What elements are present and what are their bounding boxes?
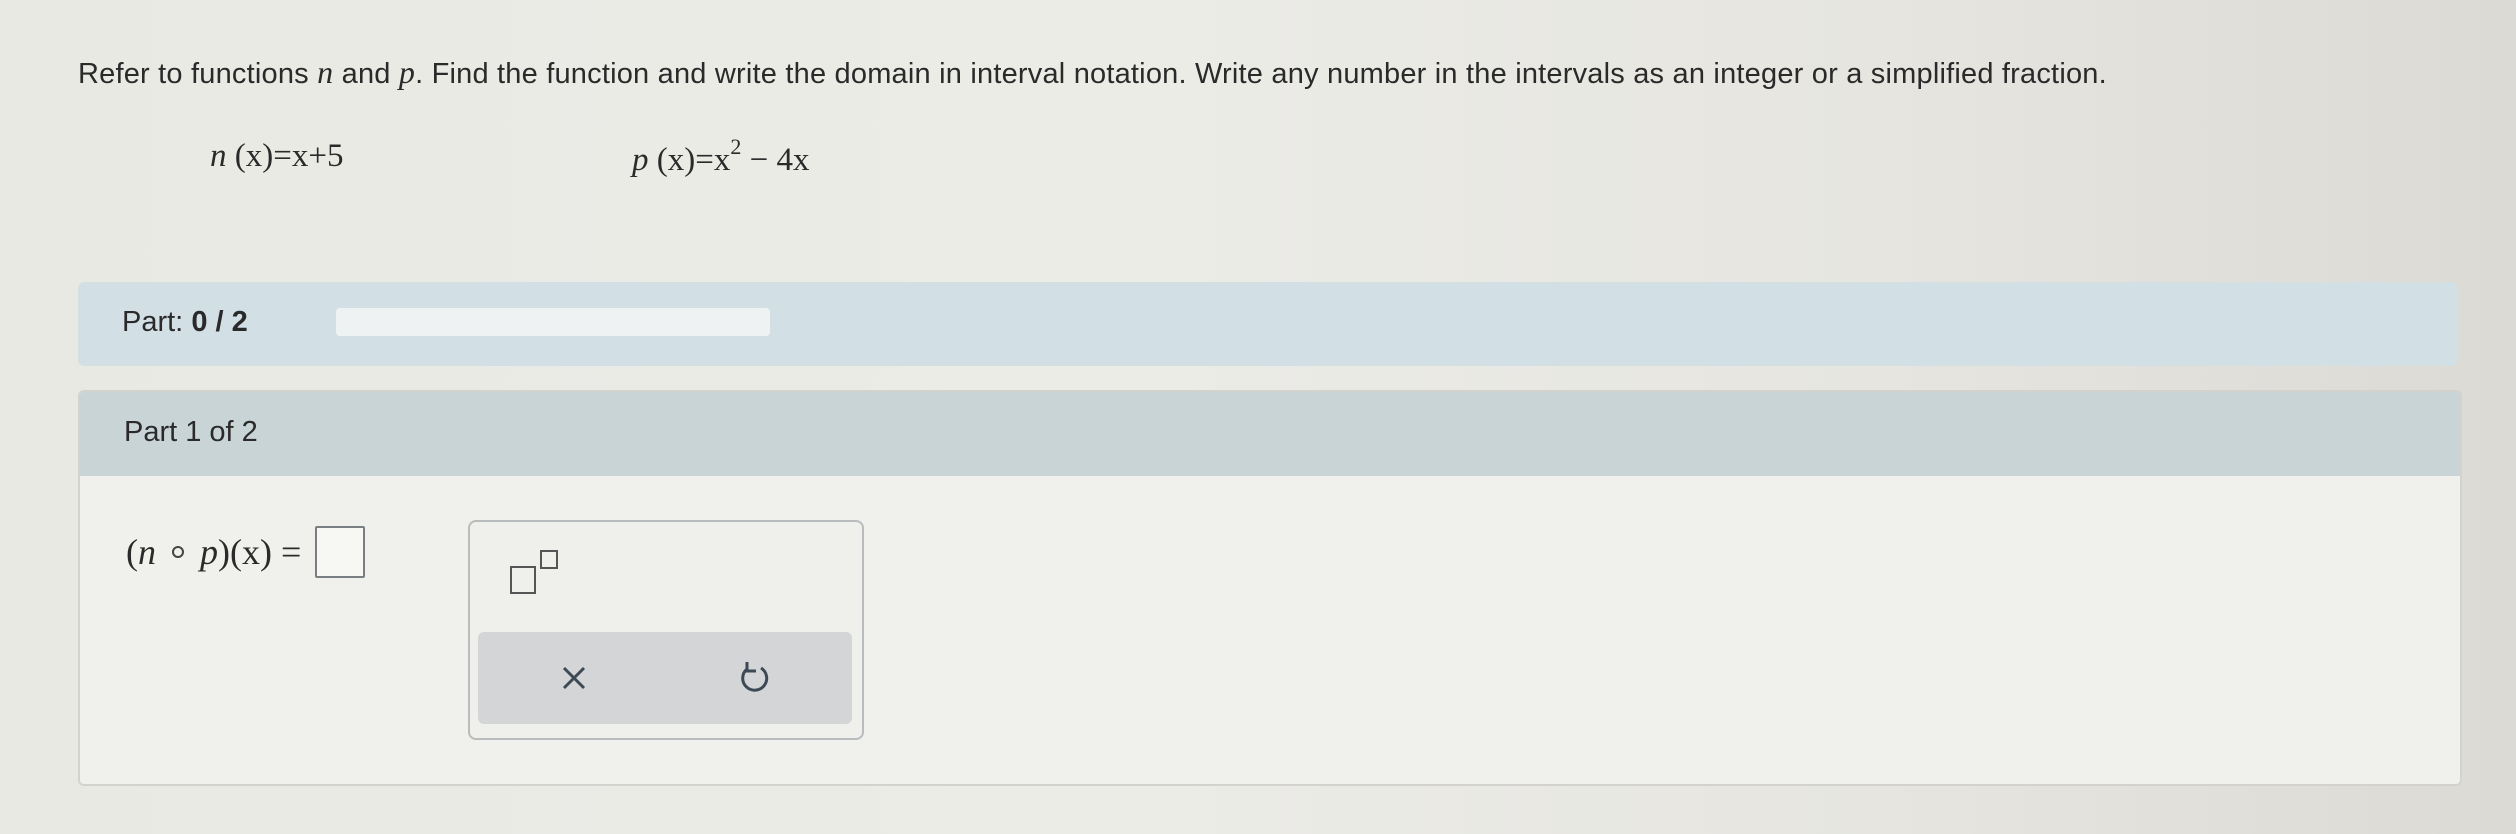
expr-n: n <box>138 532 156 572</box>
question-text-part: Refer to functions <box>78 58 318 90</box>
part-card: Part 1 of 2 (n p)(x) = <box>78 390 2462 786</box>
function-arg: (x) <box>656 142 696 178</box>
function-name: p <box>632 142 649 178</box>
answer-input[interactable] <box>315 526 366 578</box>
x-icon <box>562 666 586 690</box>
function-rhs: − 4x <box>741 142 810 178</box>
function-arg: (x) <box>234 138 274 174</box>
math-palette <box>468 520 864 740</box>
variable-p: p <box>398 54 416 90</box>
function-n-definition: n (x)=x+5 <box>210 138 343 175</box>
undo-button[interactable] <box>728 652 780 704</box>
part-progress-bar: Part: 0 / 2 <box>78 282 2458 366</box>
superscript-template-icon[interactable] <box>510 550 562 594</box>
expr-p: p <box>200 532 218 572</box>
progress-track <box>336 308 770 336</box>
expr-tail: )(x) = <box>218 532 302 572</box>
question-text-part: and <box>333 58 399 90</box>
composition-operator-icon <box>172 546 184 558</box>
clear-button[interactable] <box>548 652 600 704</box>
function-p-definition: p (x)=x2 − 4x <box>632 134 810 179</box>
function-rhs: =x+5 <box>273 138 344 174</box>
part-title: Part 1 of 2 <box>124 416 258 448</box>
superscript-base-box <box>510 566 536 594</box>
progress-total: 2 <box>231 306 248 338</box>
superscript-exponent-box <box>540 550 558 569</box>
progress-current: 0 <box>191 306 208 338</box>
variable-n: n <box>317 54 334 90</box>
expr-paren: ( <box>126 532 138 572</box>
question-text-part: . Find the function and write the domain… <box>415 58 2107 90</box>
part-progress-label: Part: 0 / 2 <box>122 306 248 339</box>
function-name: n <box>210 138 227 174</box>
question-text: Refer to functions n and p. Find the fun… <box>78 54 2107 91</box>
exponent: 2 <box>730 134 742 159</box>
composition-expression: (n p)(x) = <box>126 526 366 578</box>
function-rhs: =x <box>695 142 731 178</box>
undo-icon <box>741 662 769 692</box>
palette-actions <box>478 632 852 724</box>
progress-separator: / <box>207 306 232 338</box>
progress-label-text: Part: <box>122 306 192 338</box>
part-card-header: Part 1 of 2 <box>80 392 2460 476</box>
